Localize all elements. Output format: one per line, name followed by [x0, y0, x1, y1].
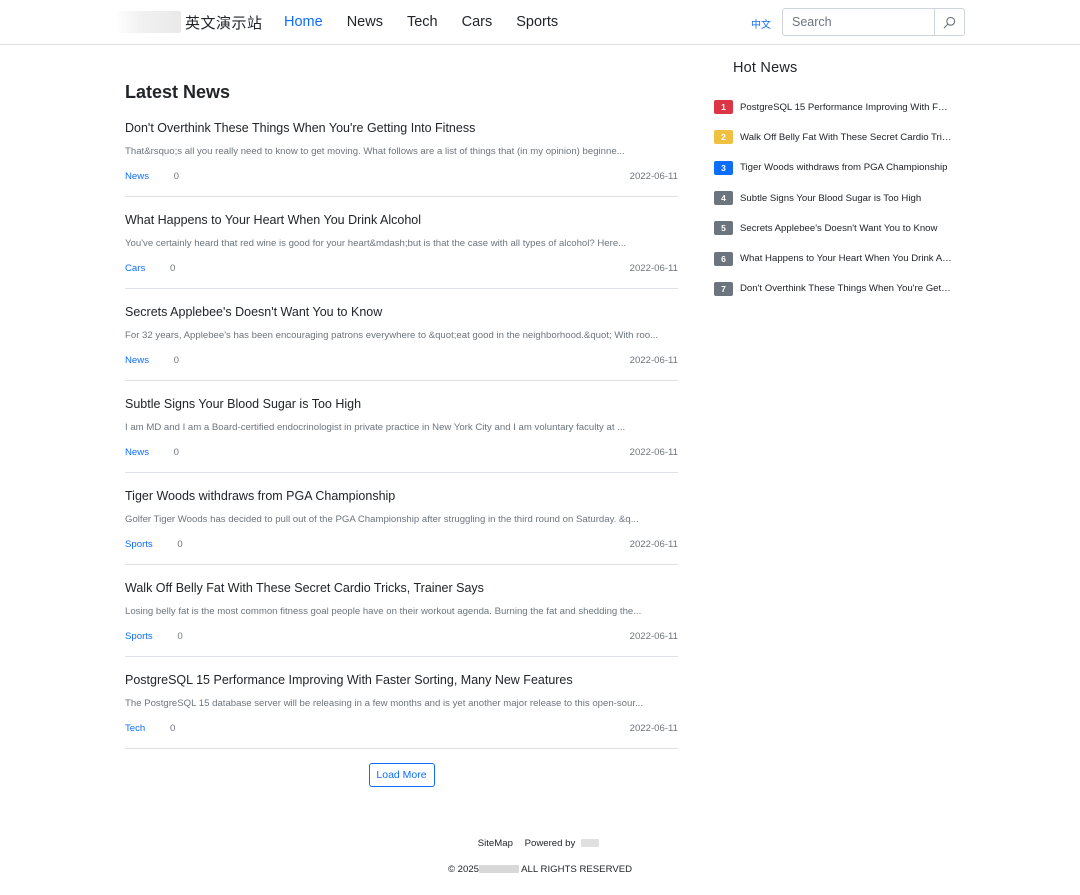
- hot-news-item[interactable]: 6 What Happens to Your Heart When You Dr…: [714, 243, 954, 273]
- hot-news-title[interactable]: PostgreSQL 15 Performance Improving With…: [740, 102, 952, 113]
- article-title-link[interactable]: What Happens to Your Heart When You Drin…: [125, 211, 678, 229]
- hot-news-title[interactable]: Secrets Applebee's Doesn't Want You to K…: [740, 223, 952, 234]
- article-meta: News 0 2022-06-11: [125, 444, 678, 462]
- article-title-link[interactable]: Secrets Applebee's Doesn't Want You to K…: [125, 303, 678, 321]
- article-excerpt: The PostgreSQL 15 database server will b…: [125, 698, 643, 709]
- search-button[interactable]: [934, 9, 964, 35]
- nav-home[interactable]: Home: [275, 0, 332, 45]
- rank-badge: 2: [714, 130, 733, 145]
- article-date: 2022-06-11: [629, 723, 678, 734]
- hot-news-item[interactable]: 4 Subtle Signs Your Blood Sugar is Too H…: [714, 183, 954, 213]
- article-item: What Happens to Your Heart When You Drin…: [125, 211, 678, 289]
- rank-badge: 6: [714, 251, 733, 266]
- article-meta: Sports 0 2022-06-11: [125, 536, 678, 554]
- article-meta: Tech 0 2022-06-11: [125, 720, 678, 738]
- copyright: © 2025 ALL RIGHTS RESERVED: [0, 864, 1080, 875]
- search-form: [782, 8, 965, 36]
- article-view-count: 0: [173, 355, 180, 366]
- article-category-link[interactable]: News: [125, 355, 149, 366]
- sidebar-title: Hot News: [733, 60, 798, 76]
- rank-badge: 5: [714, 221, 733, 236]
- hot-news-title[interactable]: Tiger Woods withdraws from PGA Champions…: [740, 162, 952, 173]
- redacted-site-name: [479, 865, 520, 874]
- main-nav: Home News Tech Cars Sports: [275, 0, 573, 45]
- rank-badge: 4: [714, 191, 733, 206]
- load-more-button[interactable]: Load More: [368, 763, 435, 787]
- sitemap-link[interactable]: SiteMap: [478, 838, 513, 849]
- article-excerpt: That&rsquo;s all you really need to know…: [125, 146, 625, 157]
- hot-news-title[interactable]: Don't Overthink These Things When You're…: [740, 283, 952, 294]
- search-input[interactable]: [783, 9, 934, 35]
- hot-news-item[interactable]: 2 Walk Off Belly Fat With These Secret C…: [714, 122, 954, 152]
- article-meta: Cars 0 2022-06-11: [125, 260, 678, 278]
- article-item: Secrets Applebee's Doesn't Want You to K…: [125, 303, 678, 381]
- article-date: 2022-06-11: [629, 263, 678, 274]
- article-view-count: 0: [173, 447, 180, 458]
- article-meta: Sports 0 2022-06-11: [125, 628, 678, 646]
- hot-news-sidebar: Hot News 1 PostgreSQL 15 Performance Imp…: [714, 60, 954, 304]
- article-category-link[interactable]: Tech: [125, 723, 145, 734]
- rank-badge: 3: [714, 160, 733, 175]
- article-category-link[interactable]: Sports: [125, 631, 153, 642]
- article-excerpt: For 32 years, Applebee's has been encour…: [125, 330, 659, 341]
- article-excerpt: Losing belly fat is the most common fitn…: [125, 606, 642, 617]
- article-view-count: 0: [169, 723, 176, 734]
- rank-badge: 1: [714, 100, 733, 115]
- article-view-count: 0: [173, 171, 180, 182]
- hot-news-title[interactable]: Walk Off Belly Fat With These Secret Car…: [740, 132, 952, 143]
- article-view-count: 0: [177, 631, 183, 642]
- nav-tech[interactable]: Tech: [398, 0, 447, 45]
- article-item: Subtle Signs Your Blood Sugar is Too Hig…: [125, 395, 678, 473]
- search-icon: [943, 16, 956, 28]
- article-item: Don't Overthink These Things When You're…: [125, 119, 678, 197]
- hot-news-title[interactable]: What Happens to Your Heart When You Drin…: [740, 253, 952, 264]
- hot-news-item[interactable]: 5 Secrets Applebee's Doesn't Want You to…: [714, 213, 954, 243]
- article-date: 2022-06-11: [629, 355, 678, 366]
- article-title-link[interactable]: Walk Off Belly Fat With These Secret Car…: [125, 579, 678, 597]
- article-meta: News 0 2022-06-11: [125, 352, 678, 370]
- copyright-year: © 2025: [447, 864, 480, 875]
- nav-news[interactable]: News: [338, 0, 392, 45]
- article-meta: News 0 2022-06-11: [125, 168, 678, 186]
- article-date: 2022-06-11: [629, 539, 678, 550]
- article-category-link[interactable]: News: [125, 171, 149, 182]
- article-title-link[interactable]: Subtle Signs Your Blood Sugar is Too Hig…: [125, 395, 678, 413]
- brand-title: 英文演示站: [185, 14, 263, 32]
- article-category-link[interactable]: Cars: [125, 263, 145, 274]
- article-item: Tiger Woods withdraws from PGA Champions…: [125, 487, 678, 565]
- top-navbar: 英文演示站 Home News Tech Cars Sports 中文: [0, 0, 1080, 45]
- article-view-count: 0: [169, 263, 176, 274]
- hot-news-item[interactable]: 7 Don't Overthink These Things When You'…: [714, 274, 954, 304]
- article-date: 2022-06-11: [629, 171, 678, 182]
- article-title-link[interactable]: Don't Overthink These Things When You're…: [125, 119, 678, 137]
- article-category-link[interactable]: Sports: [125, 539, 153, 550]
- hot-news-item[interactable]: 1 PostgreSQL 15 Performance Improving Wi…: [714, 92, 954, 122]
- article-excerpt: You've certainly heard that red wine is …: [125, 238, 627, 249]
- article-excerpt: Golfer Tiger Woods has decided to pull o…: [125, 514, 639, 525]
- article-excerpt: I am MD and I am a Board-certified endoc…: [125, 422, 626, 433]
- section-title: Latest News: [125, 82, 231, 102]
- language-switch-link[interactable]: 中文: [751, 16, 771, 31]
- nav-sports[interactable]: Sports: [507, 0, 567, 45]
- powered-by-text: Powered by: [522, 838, 603, 849]
- site-brand[interactable]: 英文演示站: [115, 8, 263, 36]
- hot-news-item[interactable]: 3 Tiger Woods withdraws from PGA Champio…: [714, 153, 954, 183]
- article-title-link[interactable]: Tiger Woods withdraws from PGA Champions…: [125, 487, 678, 505]
- footer-links: SiteMap Powered by: [0, 838, 1080, 849]
- rank-badge: 7: [714, 281, 733, 296]
- article-view-count: 0: [177, 539, 183, 550]
- latest-news-section: Latest News Don't Overthink These Things…: [125, 70, 678, 787]
- nav-cars[interactable]: Cars: [453, 0, 502, 45]
- article-item: PostgreSQL 15 Performance Improving With…: [125, 671, 678, 749]
- powered-by-label: Powered by: [524, 838, 576, 849]
- article-date: 2022-06-11: [629, 631, 678, 642]
- copyright-rights: ALL RIGHTS RESERVED: [521, 864, 633, 875]
- article-title-link[interactable]: PostgreSQL 15 Performance Improving With…: [125, 671, 678, 689]
- article-category-link[interactable]: News: [125, 447, 149, 458]
- brand-logo: [115, 11, 181, 33]
- article-item: Walk Off Belly Fat With These Secret Car…: [125, 579, 678, 657]
- redacted-name: [581, 839, 600, 848]
- article-date: 2022-06-11: [629, 447, 678, 458]
- hot-news-title[interactable]: Subtle Signs Your Blood Sugar is Too Hig…: [740, 193, 952, 204]
